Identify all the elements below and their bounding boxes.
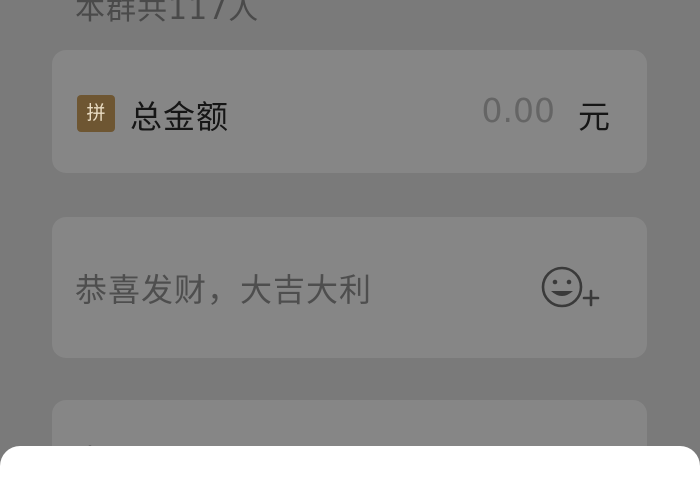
- pin-badge-icon: 拼: [77, 95, 115, 132]
- total-amount-value[interactable]: 0.00: [482, 91, 555, 130]
- bottom-sheet[interactable]: [0, 446, 700, 486]
- total-amount-label: 总金额: [130, 98, 230, 136]
- currency-unit-label: 元: [578, 98, 611, 136]
- group-member-count: 本群共117人: [75, 0, 260, 27]
- greeting-message-input[interactable]: [75, 268, 505, 312]
- emoji-add-icon[interactable]: [540, 262, 604, 312]
